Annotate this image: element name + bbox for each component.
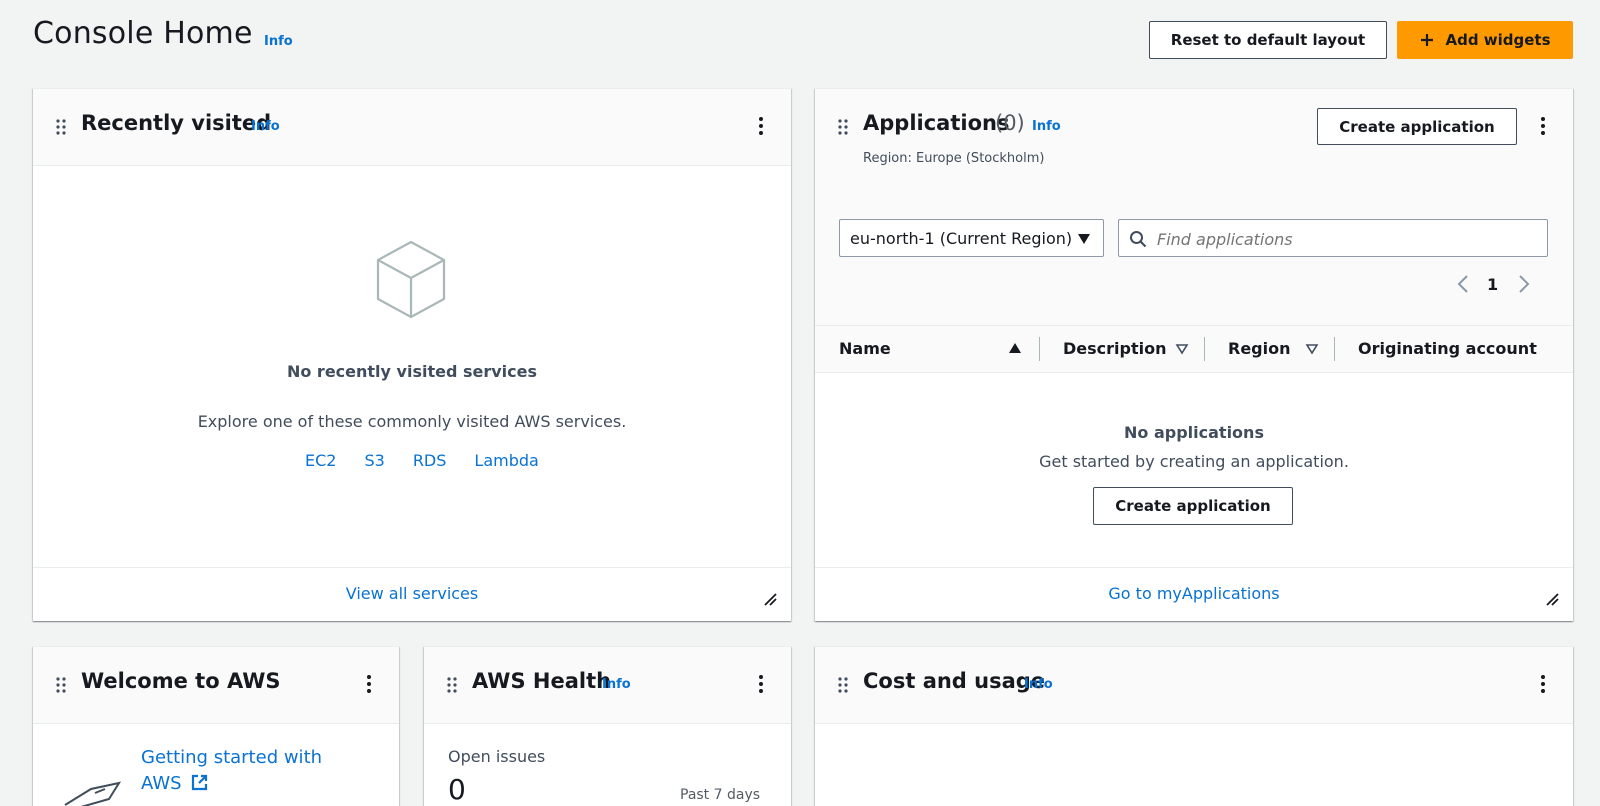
- getting-started-line1: Getting started with: [141, 747, 323, 768]
- resize-handle-icon[interactable]: [1545, 592, 1559, 606]
- external-link-icon: [192, 774, 208, 791]
- rocket-icon: [64, 781, 122, 806]
- welcome-widget: Welcome to AWS Getting started with AWS: [33, 646, 399, 806]
- page-info-link[interactable]: Info: [264, 34, 293, 49]
- applications-count: (0): [995, 111, 1025, 135]
- more-options-icon[interactable]: [1540, 116, 1546, 136]
- more-options-icon[interactable]: [758, 674, 764, 694]
- cube-icon: [376, 240, 446, 319]
- widget-title: Cost and usage: [863, 669, 1046, 693]
- widget-title: AWS Health: [472, 669, 612, 693]
- table-header: Name Description Region Originating acco…: [815, 325, 1573, 373]
- widget-info-link[interactable]: Info: [1024, 677, 1053, 692]
- caret-down-icon: [1078, 234, 1090, 244]
- page-title: Console Home: [33, 16, 253, 51]
- period-text: Past 7 days: [680, 787, 761, 803]
- widget-header: Recently visited Info: [33, 89, 791, 166]
- widget-info-link[interactable]: Info: [602, 677, 631, 692]
- chevron-right-icon[interactable]: [1518, 274, 1530, 294]
- column-header-name[interactable]: Name: [839, 339, 891, 358]
- empty-state-text: Get started by creating an application.: [1039, 452, 1349, 471]
- empty-create-application-button[interactable]: Create application: [1093, 487, 1293, 525]
- go-to-myapplications-link[interactable]: Go to myApplications: [815, 584, 1573, 603]
- create-application-button[interactable]: Create application: [1317, 108, 1517, 145]
- region-select-value: eu-north-1 (Current Region): [850, 229, 1073, 248]
- service-link-lambda[interactable]: Lambda: [474, 451, 538, 470]
- aws-health-widget: AWS Health Info Open issues 0 Past 7 day…: [424, 646, 791, 806]
- widget-title: Welcome to AWS: [81, 669, 281, 693]
- widget-title: Applications: [863, 111, 1010, 135]
- service-link-ec2[interactable]: EC2: [305, 451, 336, 470]
- drag-handle-icon[interactable]: [55, 676, 67, 694]
- search-input[interactable]: [1155, 226, 1539, 252]
- add-widgets-button[interactable]: Add widgets: [1397, 21, 1573, 59]
- more-options-icon[interactable]: [1540, 674, 1546, 694]
- more-options-icon[interactable]: [366, 674, 372, 694]
- reset-layout-button[interactable]: Reset to default layout: [1149, 21, 1387, 59]
- empty-state-title: No recently visited services: [286, 362, 538, 381]
- create-application-label: Create application: [1339, 117, 1495, 136]
- region-select[interactable]: eu-north-1 (Current Region): [839, 219, 1104, 257]
- empty-state-title: No applications: [1124, 423, 1264, 442]
- view-all-services-link[interactable]: View all services: [33, 584, 791, 603]
- widget-header: Welcome to AWS: [33, 647, 399, 724]
- sort-icon[interactable]: [1305, 343, 1319, 355]
- drag-handle-icon[interactable]: [837, 118, 849, 136]
- search-field[interactable]: [1118, 219, 1548, 257]
- widget-header: Cost and usage Info: [815, 647, 1573, 724]
- explore-text: Explore one of these commonly visited AW…: [197, 412, 627, 431]
- drag-handle-icon[interactable]: [55, 118, 67, 136]
- service-link-s3[interactable]: S3: [364, 451, 384, 470]
- region-text: Region: Europe (Stockholm): [863, 151, 1045, 166]
- getting-started-line2: AWS: [141, 773, 182, 794]
- sort-icon[interactable]: [1175, 343, 1189, 355]
- search-icon: [1130, 231, 1147, 248]
- column-header-originating-account[interactable]: Originating account: [1358, 339, 1537, 358]
- reset-layout-label: Reset to default layout: [1170, 31, 1366, 49]
- drag-handle-icon[interactable]: [446, 676, 458, 694]
- column-header-description[interactable]: Description: [1063, 339, 1166, 358]
- sort-ascending-icon[interactable]: [1008, 342, 1022, 354]
- widget-info-link[interactable]: Info: [1032, 119, 1061, 134]
- open-issues-label: Open issues: [448, 747, 546, 766]
- widget-info-link[interactable]: Info: [251, 119, 280, 134]
- open-issues-value: 0: [448, 773, 466, 806]
- empty-create-application-label: Create application: [1115, 497, 1271, 515]
- resize-handle-icon[interactable]: [763, 592, 777, 606]
- getting-started-link[interactable]: Getting started with AWS: [141, 745, 322, 797]
- applications-widget: Applications (0) Info Region: Europe (St…: [815, 88, 1573, 621]
- filter-area: eu-north-1 (Current Region) 1: [815, 194, 1573, 340]
- widget-footer: Go to myApplications: [815, 567, 1573, 621]
- service-links: EC2 S3 RDS Lambda: [305, 451, 539, 470]
- service-link-rds[interactable]: RDS: [413, 451, 447, 470]
- drag-handle-icon[interactable]: [837, 676, 849, 694]
- cost-usage-widget: Cost and usage Info: [815, 646, 1573, 806]
- more-options-icon[interactable]: [758, 116, 764, 136]
- recently-visited-widget: Recently visited Info No recently visite…: [33, 88, 791, 621]
- widget-title: Recently visited: [81, 111, 272, 135]
- column-header-region[interactable]: Region: [1228, 339, 1291, 358]
- plus-icon: [1421, 34, 1434, 46]
- widget-header: Applications (0) Info Region: Europe (St…: [815, 89, 1573, 195]
- add-widgets-label: Add widgets: [1445, 31, 1551, 49]
- page-number[interactable]: 1: [1487, 275, 1498, 294]
- widget-footer: View all services: [33, 567, 791, 621]
- chevron-left-icon[interactable]: [1457, 274, 1469, 294]
- widget-header: AWS Health Info: [424, 647, 791, 724]
